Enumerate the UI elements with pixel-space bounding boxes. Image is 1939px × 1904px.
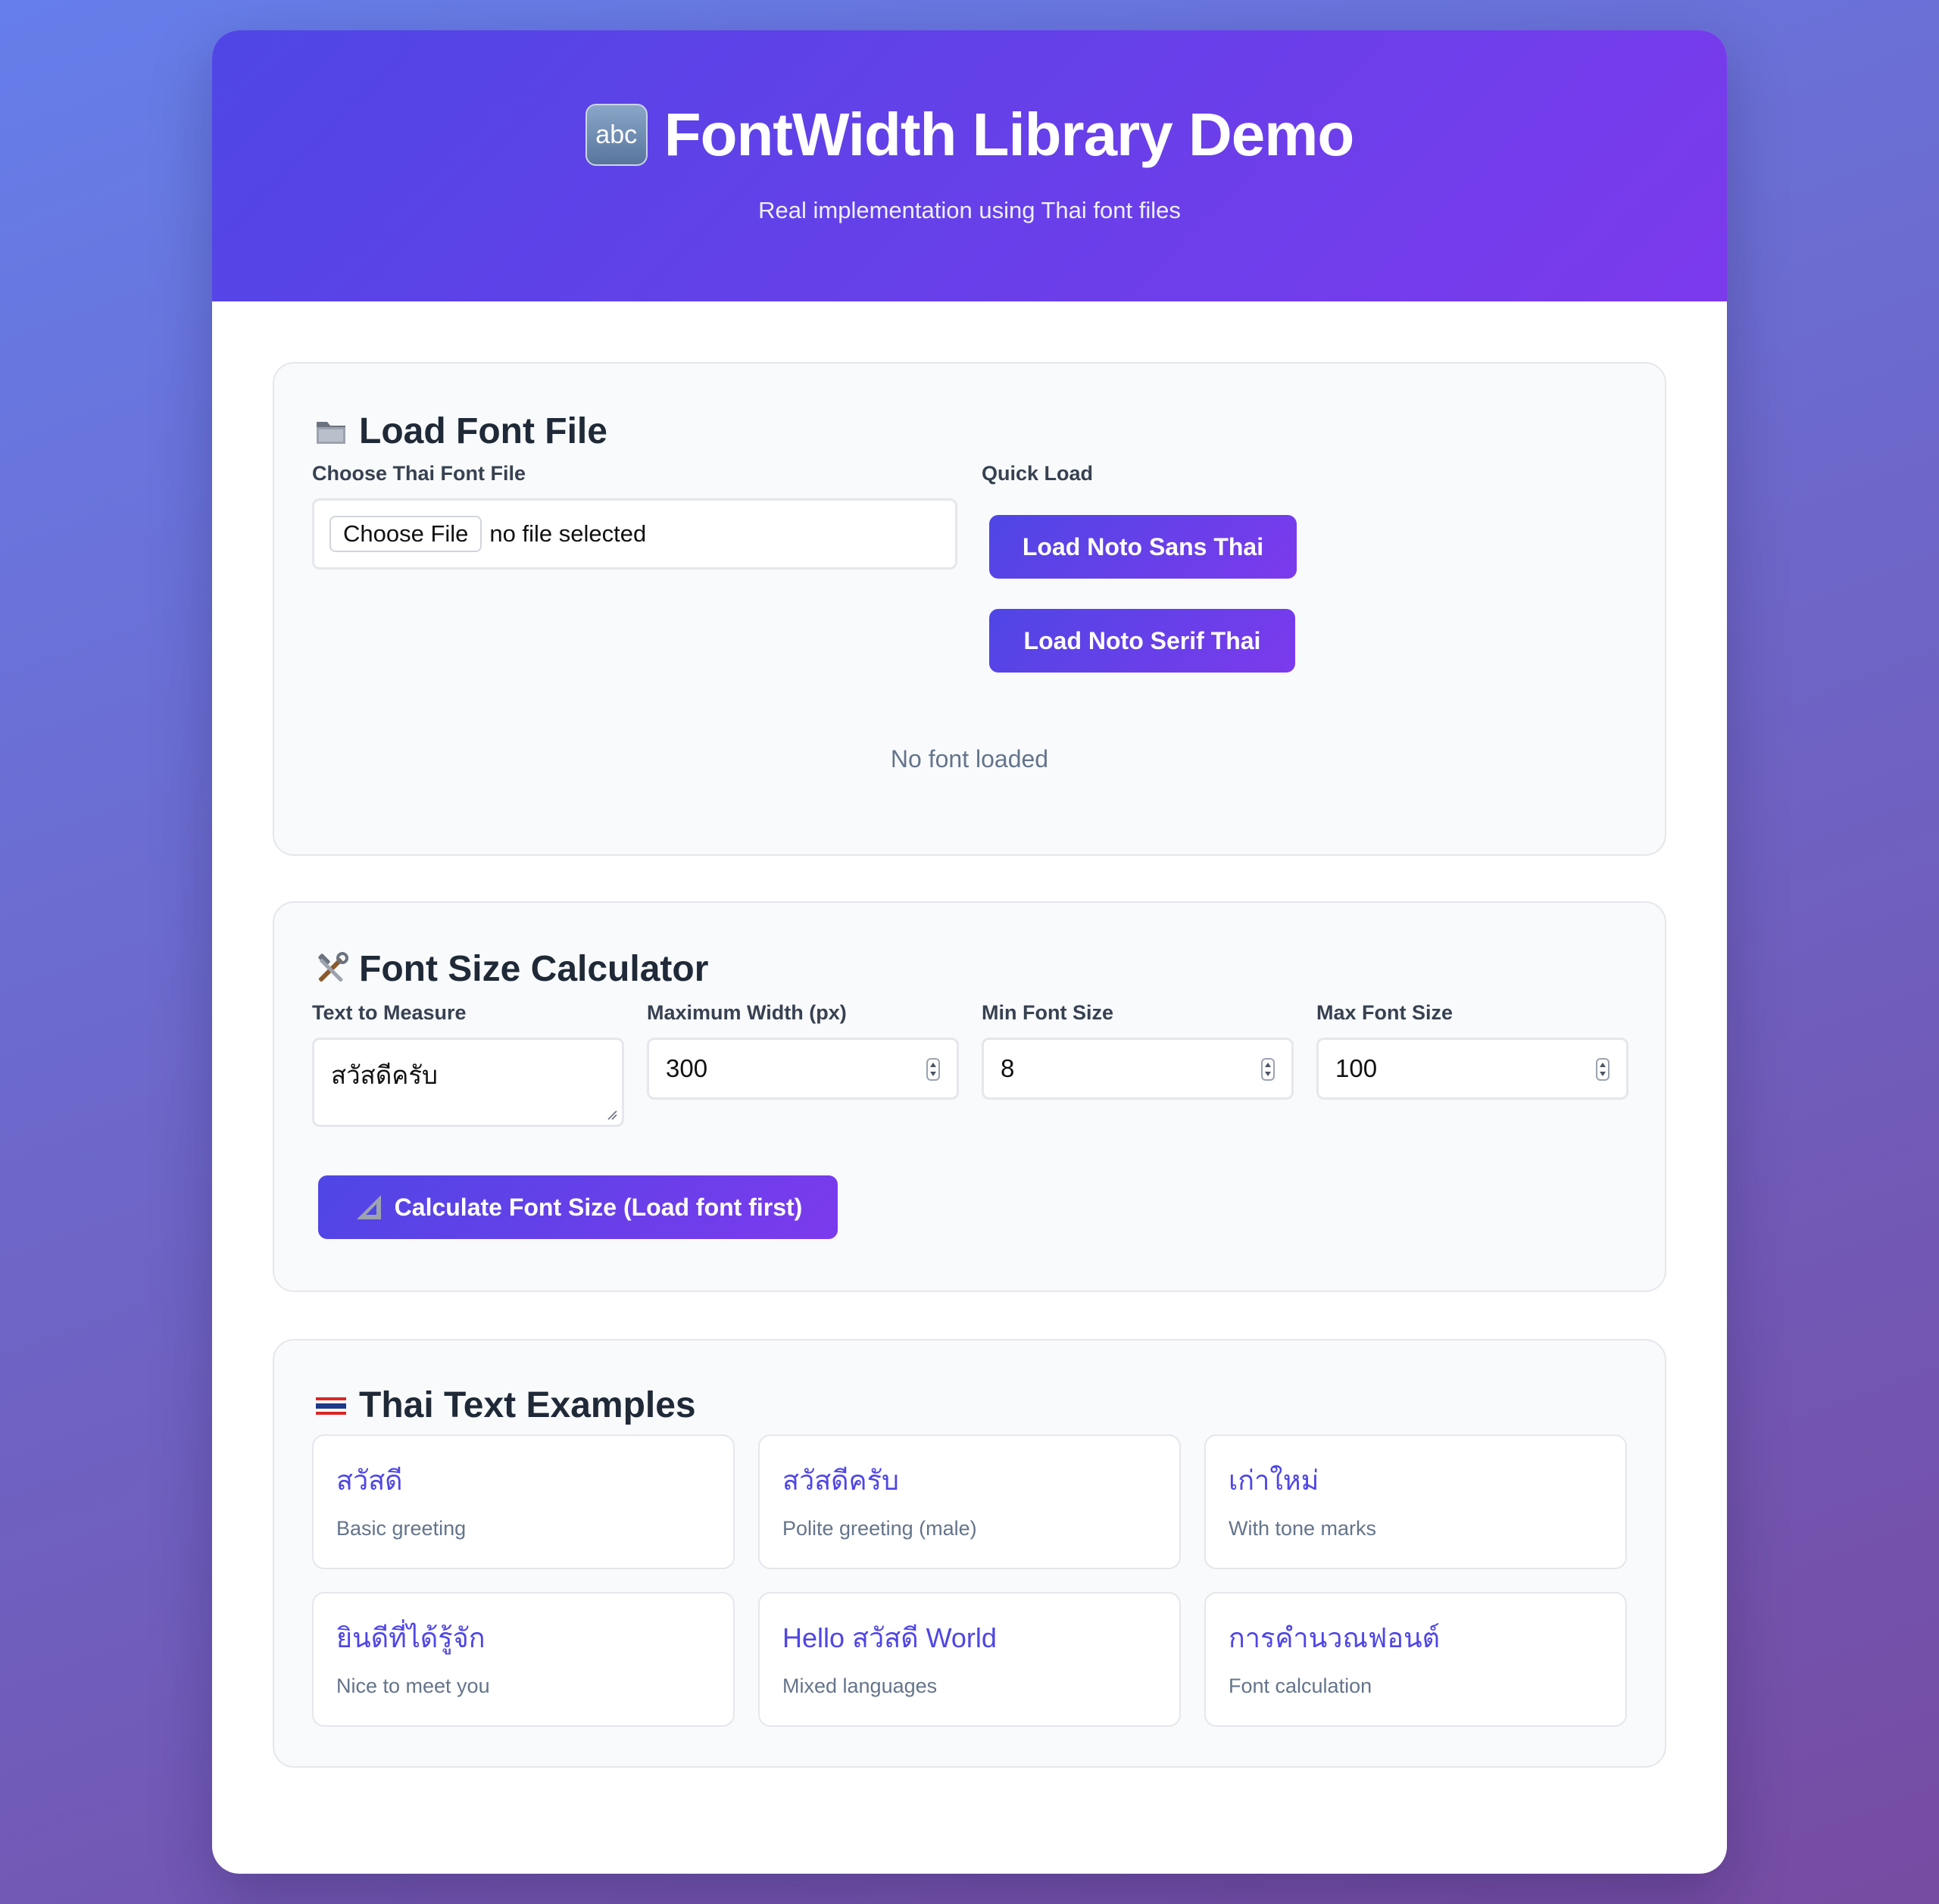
- text-label: Text to Measure: [312, 1001, 467, 1024]
- examples-title: Thai Text Examples: [359, 1385, 696, 1425]
- choose-file-button[interactable]: Choose File: [329, 516, 482, 552]
- load-font-heading: Load Font File: [314, 410, 607, 452]
- example-text: Hello สวัสดี World: [782, 1622, 997, 1653]
- example-desc: With tone marks: [1229, 1517, 1377, 1540]
- example-card[interactable]: เก่าใหม่ With tone marks: [1204, 1434, 1627, 1569]
- min-font-size-label: Min Font Size: [982, 1001, 1113, 1024]
- calculator-heading: Font Size Calculator: [314, 948, 708, 990]
- font-status: No font loaded: [890, 745, 1049, 773]
- example-card[interactable]: Hello สวัสดี World Mixed languages: [758, 1592, 1181, 1727]
- folder-icon: [317, 421, 345, 444]
- load-font-title: Load Font File: [359, 411, 607, 451]
- max-font-size-value: 100: [1335, 1054, 1378, 1082]
- example-desc: Polite greeting (male): [782, 1517, 977, 1540]
- page-title: abc FontWidth Library Demo: [212, 100, 1727, 170]
- max-width-value: 300: [666, 1054, 708, 1082]
- example-card[interactable]: การคำนวณฟอนต์ Font calculation: [1204, 1592, 1627, 1727]
- max-width-label: Maximum Width (px): [647, 1001, 847, 1024]
- thai-flag-icon: [316, 1397, 346, 1415]
- examples-heading: Thai Text Examples: [314, 1384, 696, 1426]
- quick-load-label: Quick Load: [982, 462, 1094, 485]
- app-container: abc FontWidth Library Demo Real implemen…: [212, 30, 1727, 1874]
- stepper-icon[interactable]: [1261, 1058, 1275, 1081]
- example-text: ยินดีที่ได้รู้จัก: [336, 1622, 486, 1653]
- calculator-title: Font Size Calculator: [359, 949, 709, 989]
- example-desc: Basic greeting: [336, 1517, 467, 1540]
- example-desc: Nice to meet you: [336, 1675, 490, 1697]
- load-noto-serif-button[interactable]: Load Noto Serif Thai: [989, 609, 1295, 673]
- calculate-button-label: Calculate Font Size (Load font first): [394, 1193, 803, 1221]
- stepper-icon[interactable]: [926, 1058, 940, 1081]
- example-card[interactable]: สวัสดีครับ Polite greeting (male): [758, 1434, 1181, 1569]
- text-to-measure-value: สวัสดีครับ: [331, 1061, 438, 1089]
- text-to-measure-input[interactable]: สวัสดีครับ: [312, 1038, 624, 1127]
- example-card[interactable]: ยินดีที่ได้รู้จัก Nice to meet you: [312, 1592, 735, 1727]
- max-font-size-label: Max Font Size: [1316, 1001, 1453, 1024]
- max-font-size-input[interactable]: 100: [1316, 1038, 1628, 1100]
- calculate-button[interactable]: Calculate Font Size (Load font first): [318, 1175, 838, 1239]
- example-text: สวัสดี: [336, 1465, 403, 1496]
- load-font-section: Load Font File Choose Thai Font File Cho…: [273, 362, 1666, 856]
- title-text: FontWidth Library Demo: [664, 101, 1355, 168]
- example-text: เก่าใหม่: [1229, 1465, 1319, 1496]
- subtitle: Real implementation using Thai font file…: [758, 197, 1181, 223]
- example-text: สวัสดีครับ: [782, 1465, 899, 1496]
- example-desc: Mixed languages: [782, 1675, 938, 1697]
- triangular-ruler-icon: [356, 1195, 381, 1219]
- example-card[interactable]: สวัสดี Basic greeting: [312, 1434, 735, 1569]
- examples-section: Thai Text Examples สวัสดี Basic greeting…: [273, 1339, 1666, 1768]
- load-noto-sans-button[interactable]: Load Noto Sans Thai: [989, 515, 1297, 579]
- example-desc: Font calculation: [1229, 1675, 1372, 1697]
- file-label: Choose Thai Font File: [312, 462, 526, 485]
- resize-grip-icon[interactable]: [607, 1110, 617, 1120]
- min-font-size-input[interactable]: 8: [982, 1038, 1294, 1100]
- example-text: การคำนวณฟอนต์: [1229, 1622, 1440, 1653]
- abc-icon: abc: [585, 104, 648, 166]
- file-status: no file selected: [489, 520, 647, 547]
- font-file-input[interactable]: Choose File no file selected: [312, 498, 957, 570]
- header: abc FontWidth Library Demo Real implemen…: [212, 30, 1727, 301]
- max-width-input[interactable]: 300: [647, 1038, 959, 1100]
- stepper-icon[interactable]: [1596, 1058, 1610, 1081]
- hammer-wrench-icon: [318, 951, 348, 982]
- calculator-section: Font Size Calculator Text to Measure สวั…: [273, 901, 1666, 1292]
- min-font-size-value: 8: [1001, 1054, 1015, 1082]
